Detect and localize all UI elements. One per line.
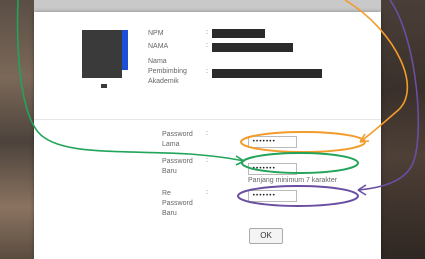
green-arrow-path	[16, 0, 245, 162]
annotation-overlay	[16, 0, 420, 207]
orange-arrow-path	[344, 0, 408, 143]
repeat-password-highlight-ellipse	[237, 185, 359, 207]
purple-arrow-path	[357, 0, 420, 191]
new-password-highlight-ellipse	[241, 152, 359, 174]
old-password-highlight-ellipse	[240, 131, 366, 153]
